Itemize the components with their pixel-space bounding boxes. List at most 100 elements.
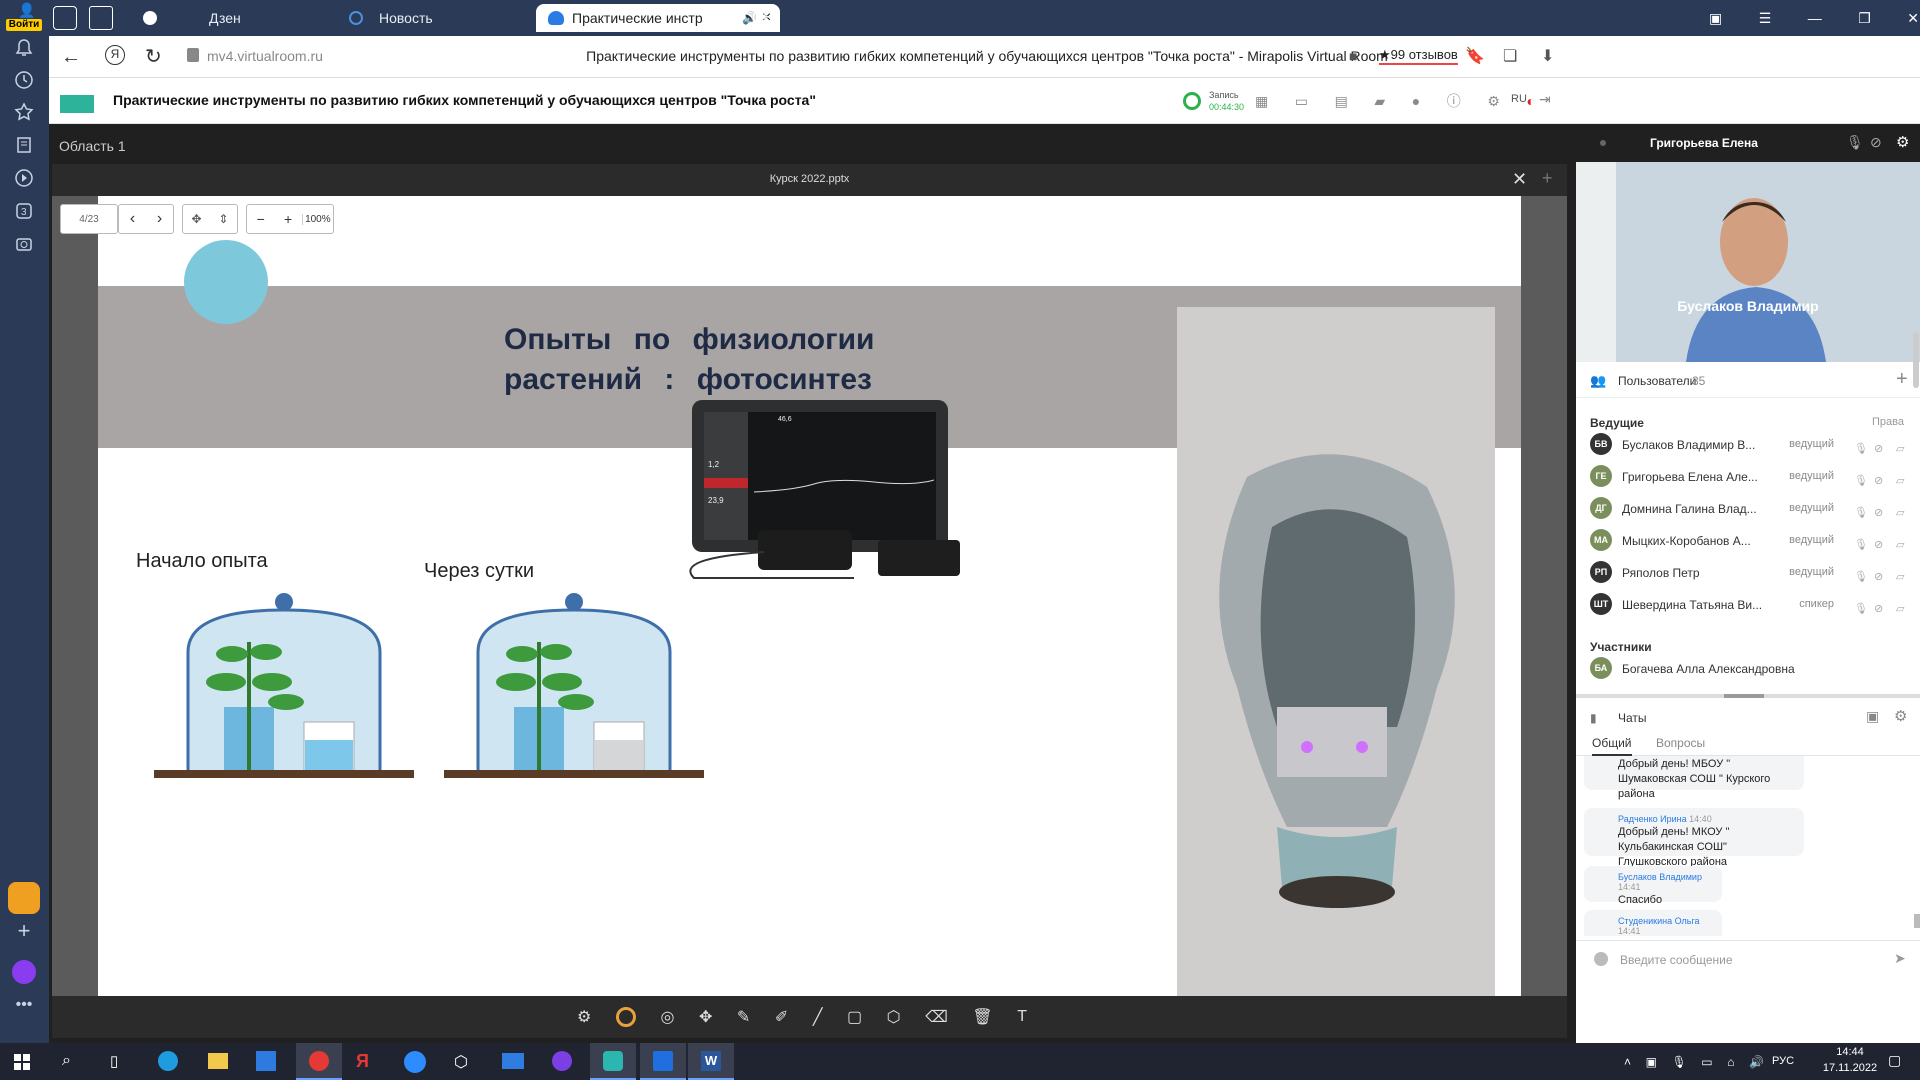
move-icon[interactable]: ✥ [699, 1007, 712, 1027]
send-icon[interactable]: ➤ [1894, 950, 1906, 967]
users-icon[interactable]: ● [1412, 93, 1420, 109]
url-field[interactable]: mv4.virtualroom.ru [207, 48, 323, 64]
download-icon[interactable]: ⬇ [1541, 46, 1554, 66]
collections-icon[interactable] [12, 133, 36, 157]
fit-width-icon[interactable]: ✥ [191, 212, 201, 226]
pointer-icon[interactable]: ◎ [660, 1007, 674, 1027]
tray-mic-icon[interactable]: 🎙 [1671, 1055, 1686, 1069]
yandex-icon[interactable]: Я [105, 45, 125, 65]
reviews-link[interactable]: ★99 отзывов [1379, 47, 1458, 65]
yandex-icon[interactable]: Я [356, 1051, 369, 1072]
edge-icon[interactable] [158, 1051, 178, 1071]
bookmark-icon[interactable]: 🔖 [1465, 46, 1485, 66]
tab-questions[interactable]: Вопросы [1656, 736, 1705, 750]
yandex-browser-task[interactable] [296, 1043, 342, 1080]
task-view-icon[interactable]: ▯ [110, 1052, 118, 1070]
text-tool-icon[interactable]: T [1017, 1008, 1027, 1026]
chat-export-icon[interactable]: ▣ [1866, 708, 1879, 725]
users-scrollbar[interactable] [1913, 332, 1919, 388]
minimize-icon[interactable]: — [1808, 10, 1822, 26]
new-window-icon[interactable] [89, 6, 113, 30]
video-cam-icon[interactable]: ■ [1349, 48, 1357, 64]
shape-icon[interactable]: ⬡ [887, 1007, 901, 1027]
word-task[interactable]: W [688, 1043, 734, 1080]
tray-volume-icon[interactable]: 🔊 [1749, 1055, 1764, 1069]
history-icon[interactable] [12, 68, 36, 92]
close-window-icon[interactable]: ✕ [1907, 10, 1919, 27]
chat-scrollbar[interactable] [1914, 760, 1920, 936]
page-input[interactable]: 4/23 [60, 204, 118, 234]
video-icon[interactable] [12, 166, 36, 190]
tab-active[interactable]: Практические инстр 🔊 × [536, 4, 780, 32]
exit-icon[interactable]: ⇥ [1539, 91, 1551, 108]
cam-status-icon[interactable]: ⊘ [1874, 602, 1883, 615]
rectangle-icon[interactable]: ▢ [847, 1007, 862, 1027]
close-icon[interactable]: ✕ [1512, 169, 1527, 190]
mic-status-icon[interactable]: 🎙 [1854, 474, 1868, 487]
participant-row[interactable]: БА Богачева Алла Александровна [1576, 656, 1920, 688]
screen-status-icon[interactable]: ▱ [1896, 442, 1904, 455]
host-row[interactable]: БВ Буслаков Владимир В... ведущий 🎙 ⊘ ▱ [1576, 432, 1920, 464]
tray-up-icon[interactable]: ˄ [1624, 1055, 1631, 1069]
cam-status-icon[interactable]: ⊘ [1874, 442, 1883, 455]
tabs-icon[interactable] [53, 6, 77, 30]
folder-icon[interactable]: ▰ [1374, 93, 1385, 110]
screen-icon[interactable]: ▭ [1295, 93, 1308, 110]
refresh-icon[interactable]: ↻ [145, 44, 162, 69]
more-icon[interactable]: ••• [12, 997, 36, 1016]
trash-icon[interactable]: 🗑 [972, 1007, 992, 1027]
screen-status-icon[interactable]: ▱ [1896, 474, 1904, 487]
search-icon[interactable]: ⌕ [62, 1052, 71, 1070]
tray-time[interactable]: 14:44 [1820, 1046, 1880, 1058]
zoom-icon[interactable] [404, 1051, 426, 1073]
resize-handle[interactable] [1724, 694, 1764, 698]
mic-status-icon[interactable]: 🎙 [1854, 442, 1868, 455]
host-row[interactable]: МА Мыцких-Коробанов А... ведущий 🎙 ⊘ ▱ [1576, 528, 1920, 560]
mic-status-icon[interactable]: 🎙 [1854, 570, 1868, 583]
cam-status-icon[interactable]: ⊘ [1874, 538, 1883, 551]
grid-icon[interactable]: ▦ [1255, 93, 1268, 110]
host-row[interactable]: РП Ряполов Петр ведущий 🎙 ⊘ ▱ [1576, 560, 1920, 592]
screen-status-icon[interactable]: ▱ [1896, 506, 1904, 519]
cam-status-icon[interactable]: ⊘ [1874, 474, 1883, 487]
line-icon[interactable]: ╱ [813, 1007, 823, 1027]
tray-video-icon[interactable]: ▭ [1701, 1055, 1712, 1069]
chat-input[interactable]: Введите сообщение [1620, 953, 1733, 967]
screen-status-icon[interactable]: ▱ [1896, 570, 1904, 583]
tab-general[interactable]: Общий [1592, 736, 1632, 756]
cam-status-icon[interactable]: ⊘ [1874, 570, 1883, 583]
mic-status-icon[interactable]: 🎙 [1854, 538, 1868, 551]
host-row[interactable]: ШТ Шевердина Татьяна Ви... спикер 🎙 ⊘ ▱ [1576, 592, 1920, 624]
notifications-icon[interactable]: ▢ [1888, 1052, 1901, 1069]
store-icon[interactable] [256, 1051, 276, 1071]
settings-icon[interactable]: ⚙ [1487, 93, 1500, 110]
next-page-icon[interactable]: › [157, 210, 162, 228]
screen-status-icon[interactable]: ▱ [1896, 602, 1904, 615]
eraser-icon[interactable]: ⌫ [925, 1007, 948, 1027]
emoji-icon[interactable] [1594, 952, 1608, 966]
mic-status-icon[interactable]: 🎙 [1854, 602, 1868, 615]
info-icon[interactable]: ⓘ [1447, 91, 1461, 111]
zoom-level[interactable]: 100% [301, 213, 333, 225]
tray-device-icon[interactable]: ▣ [1646, 1055, 1657, 1069]
marker-icon[interactable]: ✐ [775, 1007, 788, 1027]
collections-icon[interactable]: ❏ [1503, 46, 1517, 66]
tray-lang[interactable]: РУС [1772, 1055, 1794, 1067]
messenger-icon[interactable] [552, 1051, 572, 1071]
color-picker-icon[interactable] [615, 1007, 636, 1027]
app-cube-icon[interactable]: ⬡ [454, 1052, 468, 1072]
fit-height-icon[interactable]: ⇕ [218, 212, 228, 226]
alice-icon[interactable] [12, 960, 36, 984]
maximize-icon[interactable]: ❐ [1858, 10, 1871, 27]
pen-icon[interactable]: ✎ [737, 1007, 750, 1027]
app-orange-icon[interactable] [8, 882, 40, 914]
explorer-icon[interactable] [208, 1053, 228, 1069]
tray-network-icon[interactable]: ⌂ [1727, 1055, 1734, 1069]
screen-status-icon[interactable]: ▱ [1896, 538, 1904, 551]
app-task-1[interactable] [590, 1043, 636, 1080]
windows-start-icon[interactable] [14, 1054, 30, 1070]
host-row[interactable]: ДГ Домнина Галина Влад... ведущий 🎙 ⊘ ▱ [1576, 496, 1920, 528]
back-icon[interactable]: ← [61, 46, 81, 69]
doc-icon[interactable]: ▤ [1335, 93, 1348, 110]
add-area-icon[interactable]: + [1542, 168, 1553, 189]
